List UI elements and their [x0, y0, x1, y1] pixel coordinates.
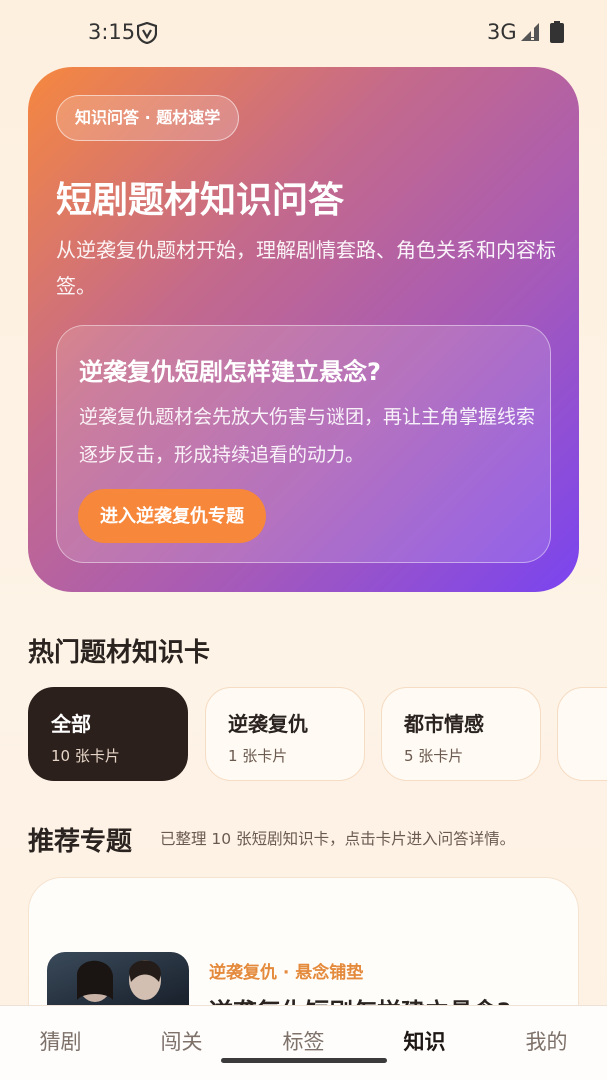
recommended-note: 已整理 10 张短剧知识卡，点击卡片进入问答详情。	[160, 830, 516, 848]
signal-icon	[521, 23, 539, 41]
hero-subtitle: 从逆袭复仇题材开始，理解剧情套路、角色关系和内容标签。	[56, 238, 556, 298]
nav-knowledge[interactable]: 知识	[364, 1026, 485, 1056]
nav-tags[interactable]: 标签	[243, 1026, 364, 1056]
featured-question-card[interactable]: 逆袭复仇短剧怎样建立悬念? 逆袭复仇题材会先放大伤害与谜团，再让主角掌握线索逐步…	[56, 325, 551, 563]
category-name: 逆袭复仇	[228, 712, 308, 736]
status-time: 3:15	[88, 20, 136, 44]
recommended-tag: 逆袭复仇 · 悬念铺垫	[209, 963, 364, 983]
category-name: 都市情感	[404, 712, 484, 736]
featured-question-title: 逆袭复仇短剧怎样建立悬念?	[79, 358, 381, 386]
network-type: 3G	[487, 20, 517, 44]
category-count: 5 张卡片	[404, 747, 464, 765]
bottom-nav: 猜剧 闯关 标签 知识 我的	[0, 1005, 607, 1080]
battery-icon	[550, 21, 564, 43]
home-indicator[interactable]	[221, 1058, 387, 1063]
category-count: 10 张卡片	[51, 747, 120, 765]
hero-title: 短剧题材知识问答	[56, 180, 345, 221]
nav-challenge[interactable]: 闯关	[121, 1026, 242, 1056]
category-card-revenge[interactable]: 逆袭复仇 1 张卡片	[205, 687, 365, 781]
recommended-title: 推荐专题	[28, 827, 133, 857]
category-card-all[interactable]: 全部 10 张卡片	[28, 687, 188, 781]
shield-icon	[137, 22, 157, 44]
nav-profile[interactable]: 我的	[486, 1026, 607, 1056]
hero-chip: 知识问答 · 题材速学	[56, 95, 240, 141]
featured-question-description: 逆袭复仇题材会先放大伤害与谜团，再让主角掌握线索逐步反击，形成持续追看的动力。	[79, 406, 536, 466]
hero-card: 知识问答 · 题材速学 短剧题材知识问答 从逆袭复仇题材开始，理解剧情套路、角色…	[28, 67, 579, 592]
enter-topic-button[interactable]: 进入逆袭复仇专题	[78, 489, 266, 543]
category-card-partial[interactable]	[557, 687, 607, 781]
category-count: 1 张卡片	[228, 747, 288, 765]
nav-guess[interactable]: 猜剧	[0, 1026, 121, 1056]
category-card-urban-romance[interactable]: 都市情感 5 张卡片	[381, 687, 541, 781]
hot-topics-title: 热门题材知识卡	[28, 638, 211, 668]
category-list[interactable]: 全部 10 张卡片 逆袭复仇 1 张卡片 都市情感 5 张卡片	[28, 687, 607, 781]
status-bar: 3:15 3G	[0, 0, 607, 66]
category-name: 全部	[51, 712, 91, 736]
